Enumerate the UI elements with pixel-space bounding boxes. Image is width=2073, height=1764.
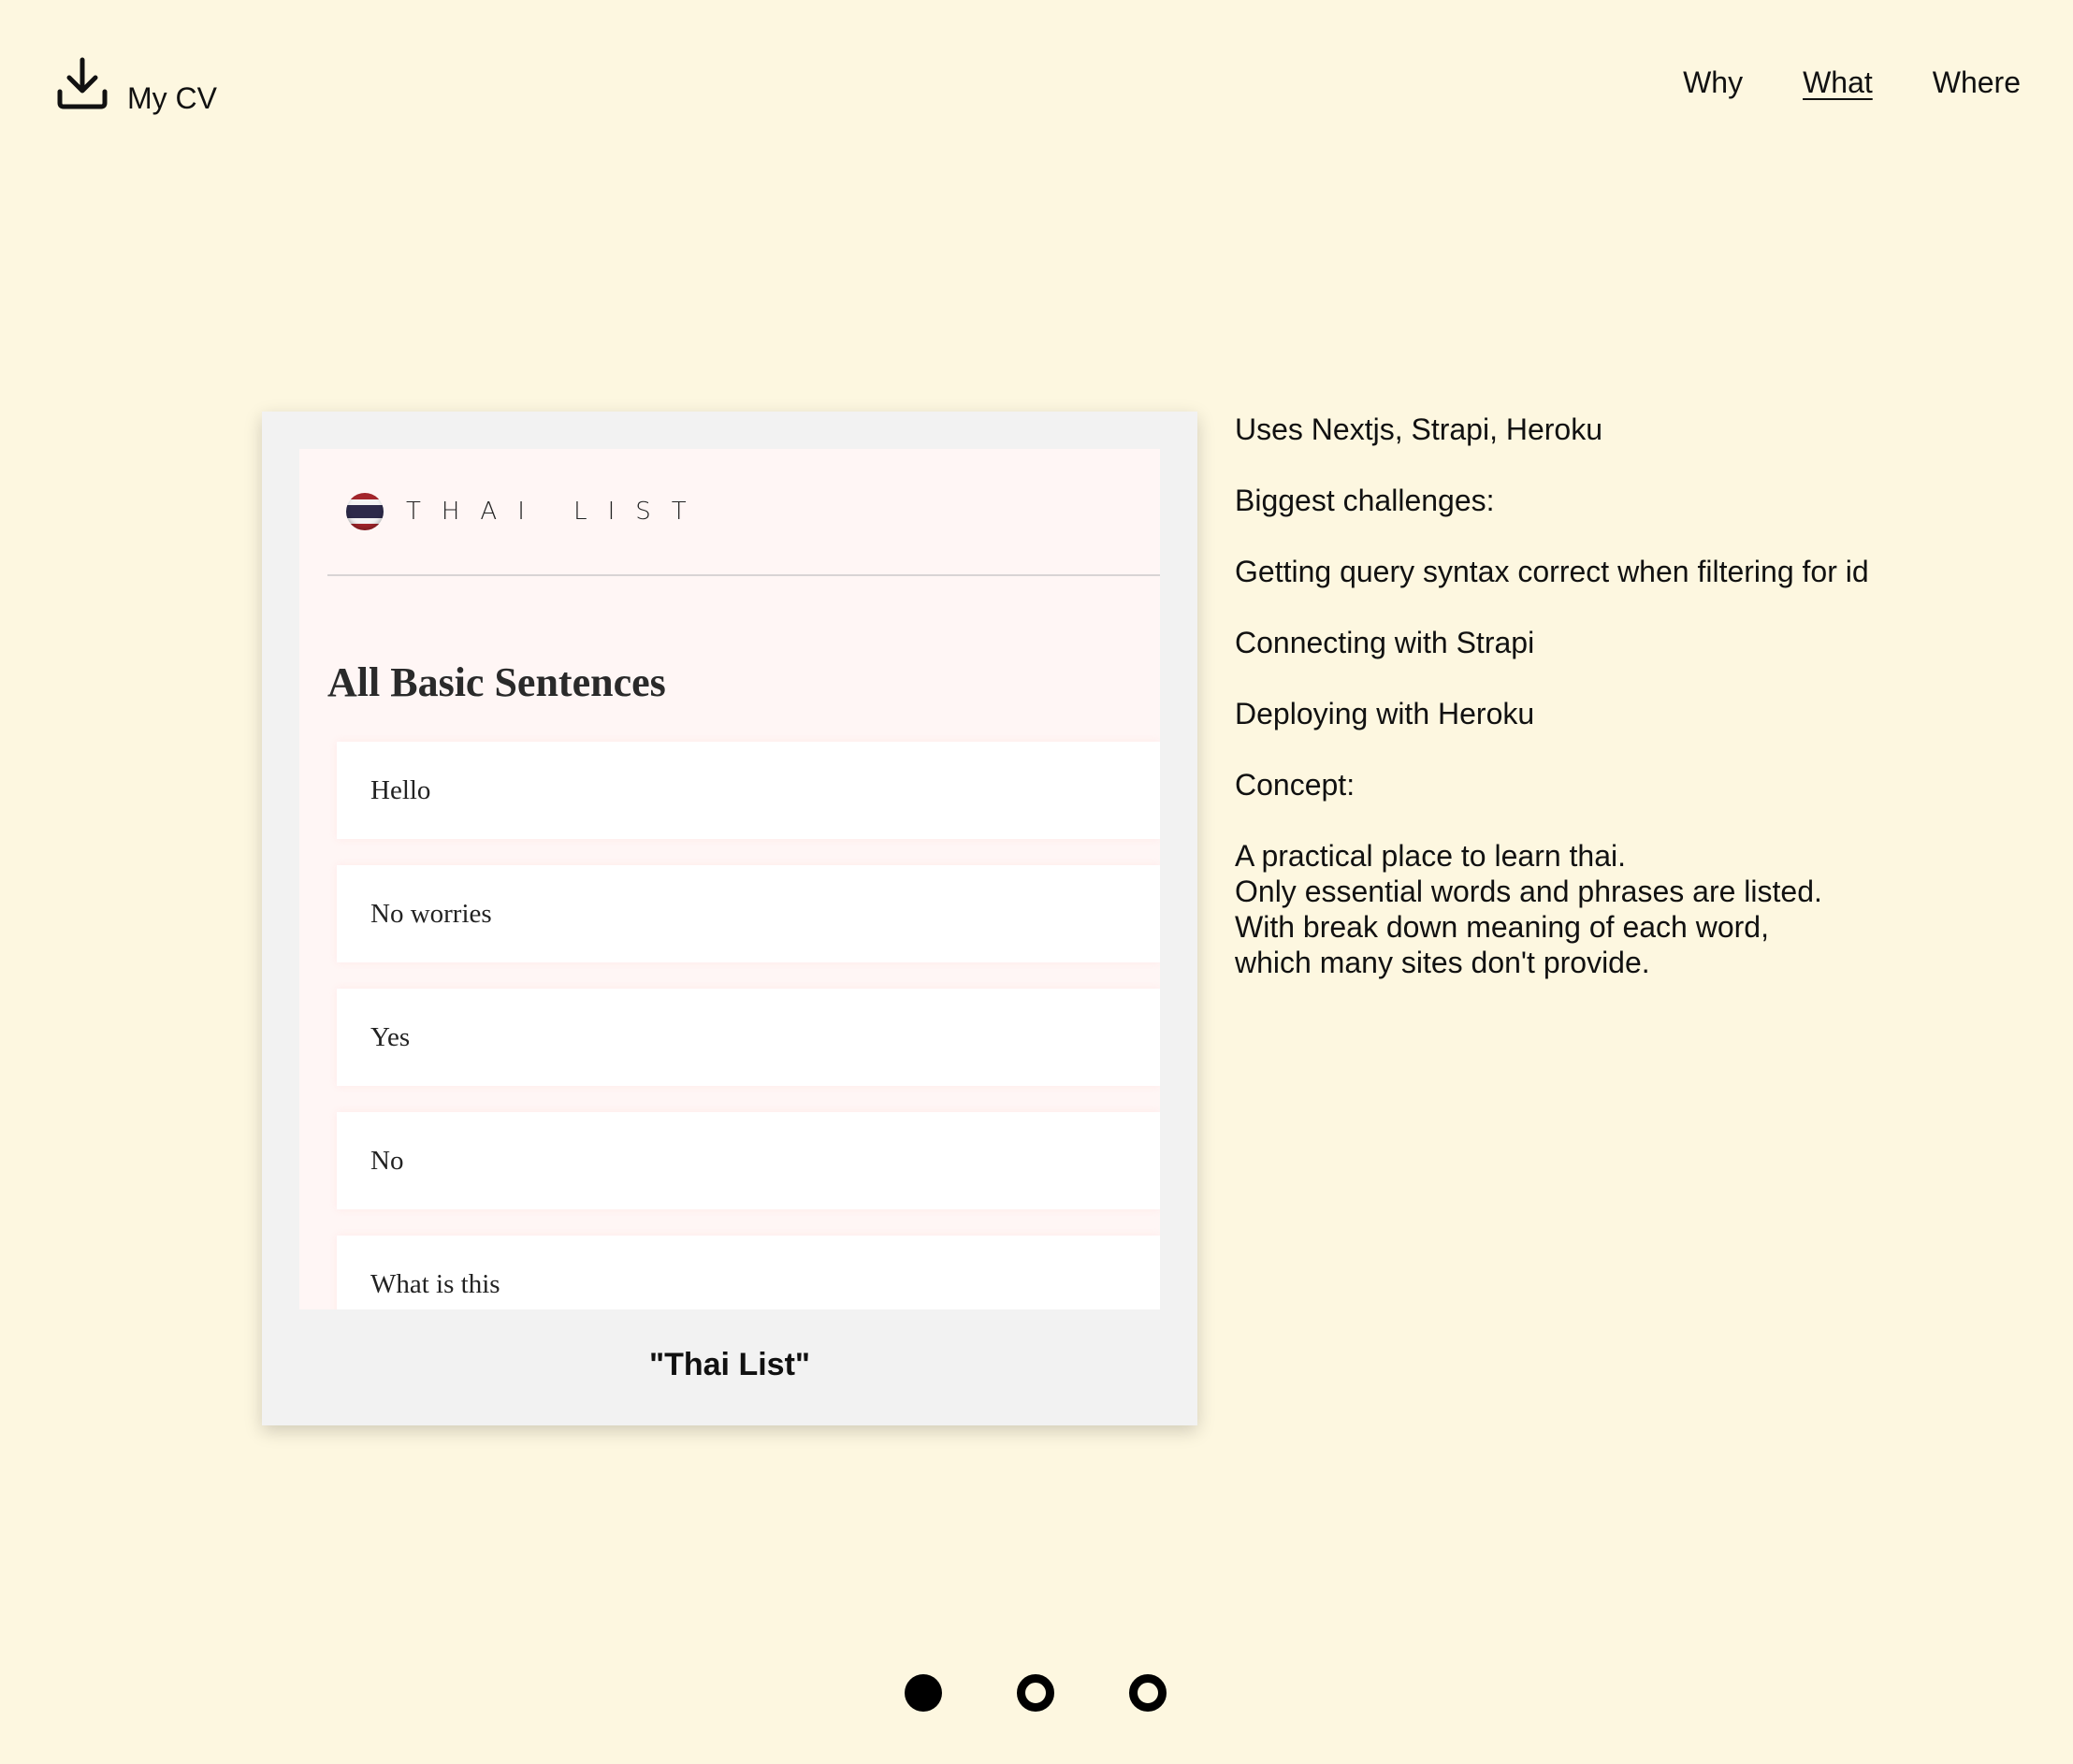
concept-line: A practical place to learn thai. [1235, 839, 1627, 873]
download-icon [56, 56, 109, 110]
concept-line: With break down meaning of each word, [1235, 910, 1769, 944]
pagination-dot-3[interactable] [1129, 1674, 1167, 1712]
challenge-item: Getting query syntax correct when filter… [1235, 555, 1869, 588]
nav-where[interactable]: Where [1933, 65, 2021, 100]
sentence-item[interactable]: No worries [337, 865, 1160, 962]
sentence-item[interactable]: No [337, 1112, 1160, 1209]
sentence-item[interactable]: Yes [337, 989, 1160, 1086]
project-description: Uses Nextjs, Strapi, Heroku Biggest chal… [1235, 412, 2002, 980]
pagination-dot-2[interactable] [1017, 1674, 1054, 1712]
project-caption: "Thai List" [648, 1347, 811, 1382]
challenges-heading: Biggest challenges: [1235, 484, 1495, 517]
concept-heading: Concept: [1235, 768, 1355, 802]
challenge-item: Connecting with Strapi [1235, 626, 1535, 659]
nav-what[interactable]: What [1803, 65, 1873, 100]
preview-brand: THAI LIST [406, 498, 707, 526]
sentence-item[interactable]: Hello [337, 742, 1160, 839]
concept-line: Only essential words and phrases are lis… [1235, 875, 1822, 908]
sentence-item[interactable]: What is this [337, 1236, 1160, 1309]
concept-text: A practical place to learn thai. Only es… [1235, 838, 2002, 980]
tech-stack-text: Uses Nextjs, Strapi, Heroku [1235, 412, 1603, 446]
thai-flag-icon [346, 493, 384, 530]
project-card: THAI LIST All Basic Sentences Hello No w… [262, 412, 1197, 1425]
challenge-item: Deploying with Heroku [1235, 697, 1535, 730]
cv-label: My CV [127, 81, 217, 115]
top-nav: Why What Where [1683, 65, 2021, 100]
preview-header: THAI LIST [327, 449, 1160, 576]
pagination-dot-1[interactable] [905, 1674, 942, 1712]
nav-why[interactable]: Why [1683, 65, 1743, 100]
concept-line: which many sites don't provide. [1235, 946, 1650, 979]
carousel-pagination [905, 1674, 1167, 1712]
project-screenshot: THAI LIST All Basic Sentences Hello No w… [299, 449, 1160, 1309]
preview-title: All Basic Sentences [327, 659, 666, 705]
download-cv-link[interactable]: My CV [56, 56, 217, 115]
